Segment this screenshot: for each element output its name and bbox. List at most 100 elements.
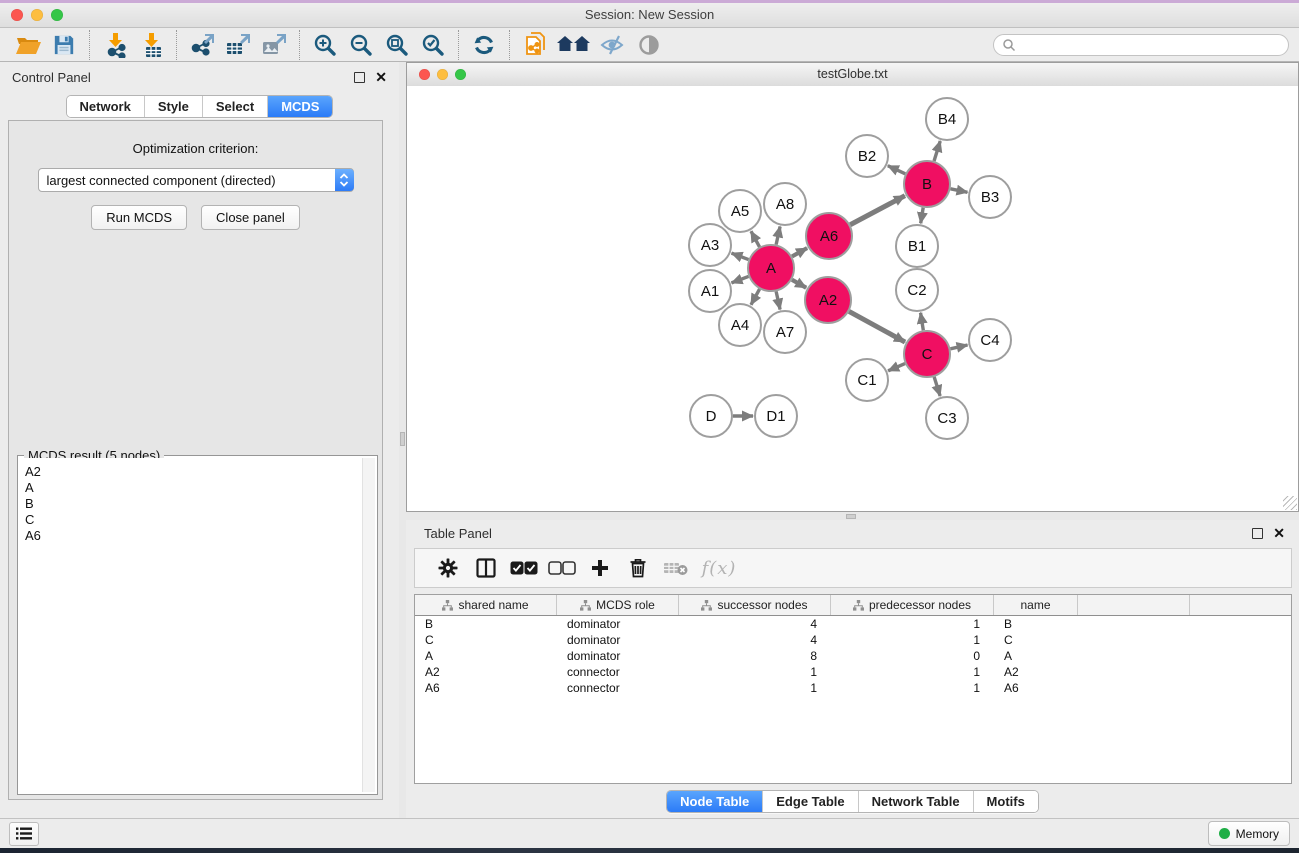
node-B3[interactable]: B3 <box>969 176 1011 218</box>
edge-C-C1[interactable] <box>888 364 905 371</box>
add-column-icon[interactable] <box>581 551 619 585</box>
mcds-result-item[interactable]: C <box>25 512 375 528</box>
zoom-window-button[interactable] <box>51 9 63 21</box>
tab-mcds[interactable]: MCDS <box>268 96 332 117</box>
node-B[interactable]: B <box>904 161 950 207</box>
table-row[interactable]: Bdominator41B <box>415 616 1291 632</box>
split-columns-icon[interactable] <box>467 551 505 585</box>
minimize-window-button[interactable] <box>31 9 43 21</box>
edge-A-A6[interactable] <box>792 248 807 256</box>
node-B1[interactable]: B1 <box>896 225 938 267</box>
deselect-all-icon[interactable] <box>543 551 581 585</box>
column-header-predecessor-nodes[interactable]: predecessor nodes <box>831 595 994 615</box>
table-row[interactable]: Cdominator41C <box>415 632 1291 648</box>
mcds-result-list[interactable]: A2ABCA6 <box>20 458 375 792</box>
edge-C-C2[interactable] <box>921 313 924 331</box>
node-A4[interactable]: A4 <box>719 304 761 346</box>
network-canvas[interactable]: B4B2BB3A5A8A6B1A3AA1C2A2A4A7C4CC1C3DD1 <box>407 86 1298 511</box>
edge-A2-C[interactable] <box>849 311 905 342</box>
optimization-criterion-select[interactable]: largest connected component (directed) <box>38 168 354 192</box>
close-panel-icon[interactable]: ✕ <box>1273 526 1285 540</box>
edge-B-B3[interactable] <box>951 189 968 193</box>
node-C[interactable]: C <box>904 331 950 377</box>
edge-A-A4[interactable] <box>751 289 760 305</box>
select-all-checks-icon[interactable] <box>505 551 543 585</box>
refresh-icon[interactable] <box>466 30 502 60</box>
edge-A-A1[interactable] <box>732 276 749 282</box>
settings-gear-icon[interactable] <box>429 551 467 585</box>
mcds-result-item[interactable]: A2 <box>25 464 375 480</box>
node-A1[interactable]: A1 <box>689 270 731 312</box>
splitter-grip[interactable] <box>400 432 405 446</box>
node-C1[interactable]: C1 <box>846 359 888 401</box>
mcds-result-item[interactable]: A6 <box>25 528 375 544</box>
export-image-icon[interactable] <box>256 30 292 60</box>
edge-B-B4[interactable] <box>934 141 940 161</box>
memory-button[interactable]: Memory <box>1208 821 1290 846</box>
edge-A-A3[interactable] <box>732 253 749 259</box>
export-table-icon[interactable] <box>220 30 256 60</box>
delete-column-icon[interactable] <box>619 551 657 585</box>
edge-A6-B[interactable] <box>850 196 905 225</box>
node-A8[interactable]: A8 <box>764 183 806 225</box>
show-eye-icon[interactable] <box>631 30 667 60</box>
splitter-grip[interactable] <box>846 514 856 519</box>
node-A6[interactable]: A6 <box>806 213 852 259</box>
resize-grip-icon[interactable] <box>1283 496 1297 510</box>
float-panel-icon[interactable] <box>1252 528 1263 539</box>
horizontal-splitter[interactable] <box>406 512 1299 520</box>
zoom-selected-icon[interactable] <box>415 30 451 60</box>
table-row[interactable]: A6connector11A6 <box>415 680 1291 696</box>
table-row[interactable]: A2connector11A2 <box>415 664 1291 680</box>
zoom-out-icon[interactable] <box>343 30 379 60</box>
export-network-icon[interactable] <box>184 30 220 60</box>
table-row[interactable]: Adominator80A <box>415 648 1291 664</box>
home-icon[interactable] <box>553 30 595 60</box>
node-B4[interactable]: B4 <box>926 98 968 140</box>
float-panel-icon[interactable] <box>354 72 365 83</box>
hide-eye-icon[interactable] <box>595 30 631 60</box>
mcds-result-scrollbar[interactable] <box>362 458 375 792</box>
tab-node-table[interactable]: Node Table <box>667 791 763 812</box>
edge-A-A2[interactable] <box>792 280 806 288</box>
search-input[interactable] <box>1016 37 1288 53</box>
zoom-in-icon[interactable] <box>307 30 343 60</box>
tab-network[interactable]: Network <box>67 96 145 117</box>
delete-table-icon[interactable] <box>657 551 695 585</box>
tab-network-table[interactable]: Network Table <box>859 791 974 812</box>
column-header-name[interactable]: name <box>994 595 1078 615</box>
column-header-MCDS-role[interactable]: MCDS role <box>557 595 679 615</box>
node-C2[interactable]: C2 <box>896 269 938 311</box>
tab-select[interactable]: Select <box>203 96 268 117</box>
edge-B-B1[interactable] <box>921 208 924 224</box>
task-history-button[interactable] <box>9 822 39 846</box>
tab-style[interactable]: Style <box>145 96 203 117</box>
node-A[interactable]: A <box>748 245 794 291</box>
edge-C-C3[interactable] <box>934 377 940 396</box>
column-header-successor-nodes[interactable]: successor nodes <box>679 595 831 615</box>
import-network-icon[interactable] <box>97 30 133 60</box>
node-C3[interactable]: C3 <box>926 397 968 439</box>
node-A7[interactable]: A7 <box>764 311 806 353</box>
tab-edge-table[interactable]: Edge Table <box>763 791 858 812</box>
column-header-blank[interactable] <box>1078 595 1190 615</box>
mcds-result-item[interactable]: B <box>25 496 375 512</box>
search-field[interactable] <box>993 34 1289 56</box>
network-close-button[interactable] <box>419 69 430 80</box>
function-builder-icon[interactable]: f(x) <box>695 551 743 585</box>
tab-motifs[interactable]: Motifs <box>974 791 1038 812</box>
save-session-icon[interactable] <box>46 30 82 60</box>
node-D[interactable]: D <box>690 395 732 437</box>
edge-B-B2[interactable] <box>888 166 905 174</box>
import-table-icon[interactable] <box>133 30 169 60</box>
open-session-icon[interactable] <box>10 30 46 60</box>
node-A5[interactable]: A5 <box>719 190 761 232</box>
duplicate-network-icon[interactable] <box>517 30 553 60</box>
node-D1[interactable]: D1 <box>755 395 797 437</box>
network-zoom-button[interactable] <box>455 69 466 80</box>
zoom-fit-icon[interactable] <box>379 30 415 60</box>
mcds-result-item[interactable]: A <box>25 480 375 496</box>
vertical-splitter[interactable] <box>399 62 406 818</box>
network-minimize-button[interactable] <box>437 69 448 80</box>
column-header-shared-name[interactable]: shared name <box>415 595 557 615</box>
